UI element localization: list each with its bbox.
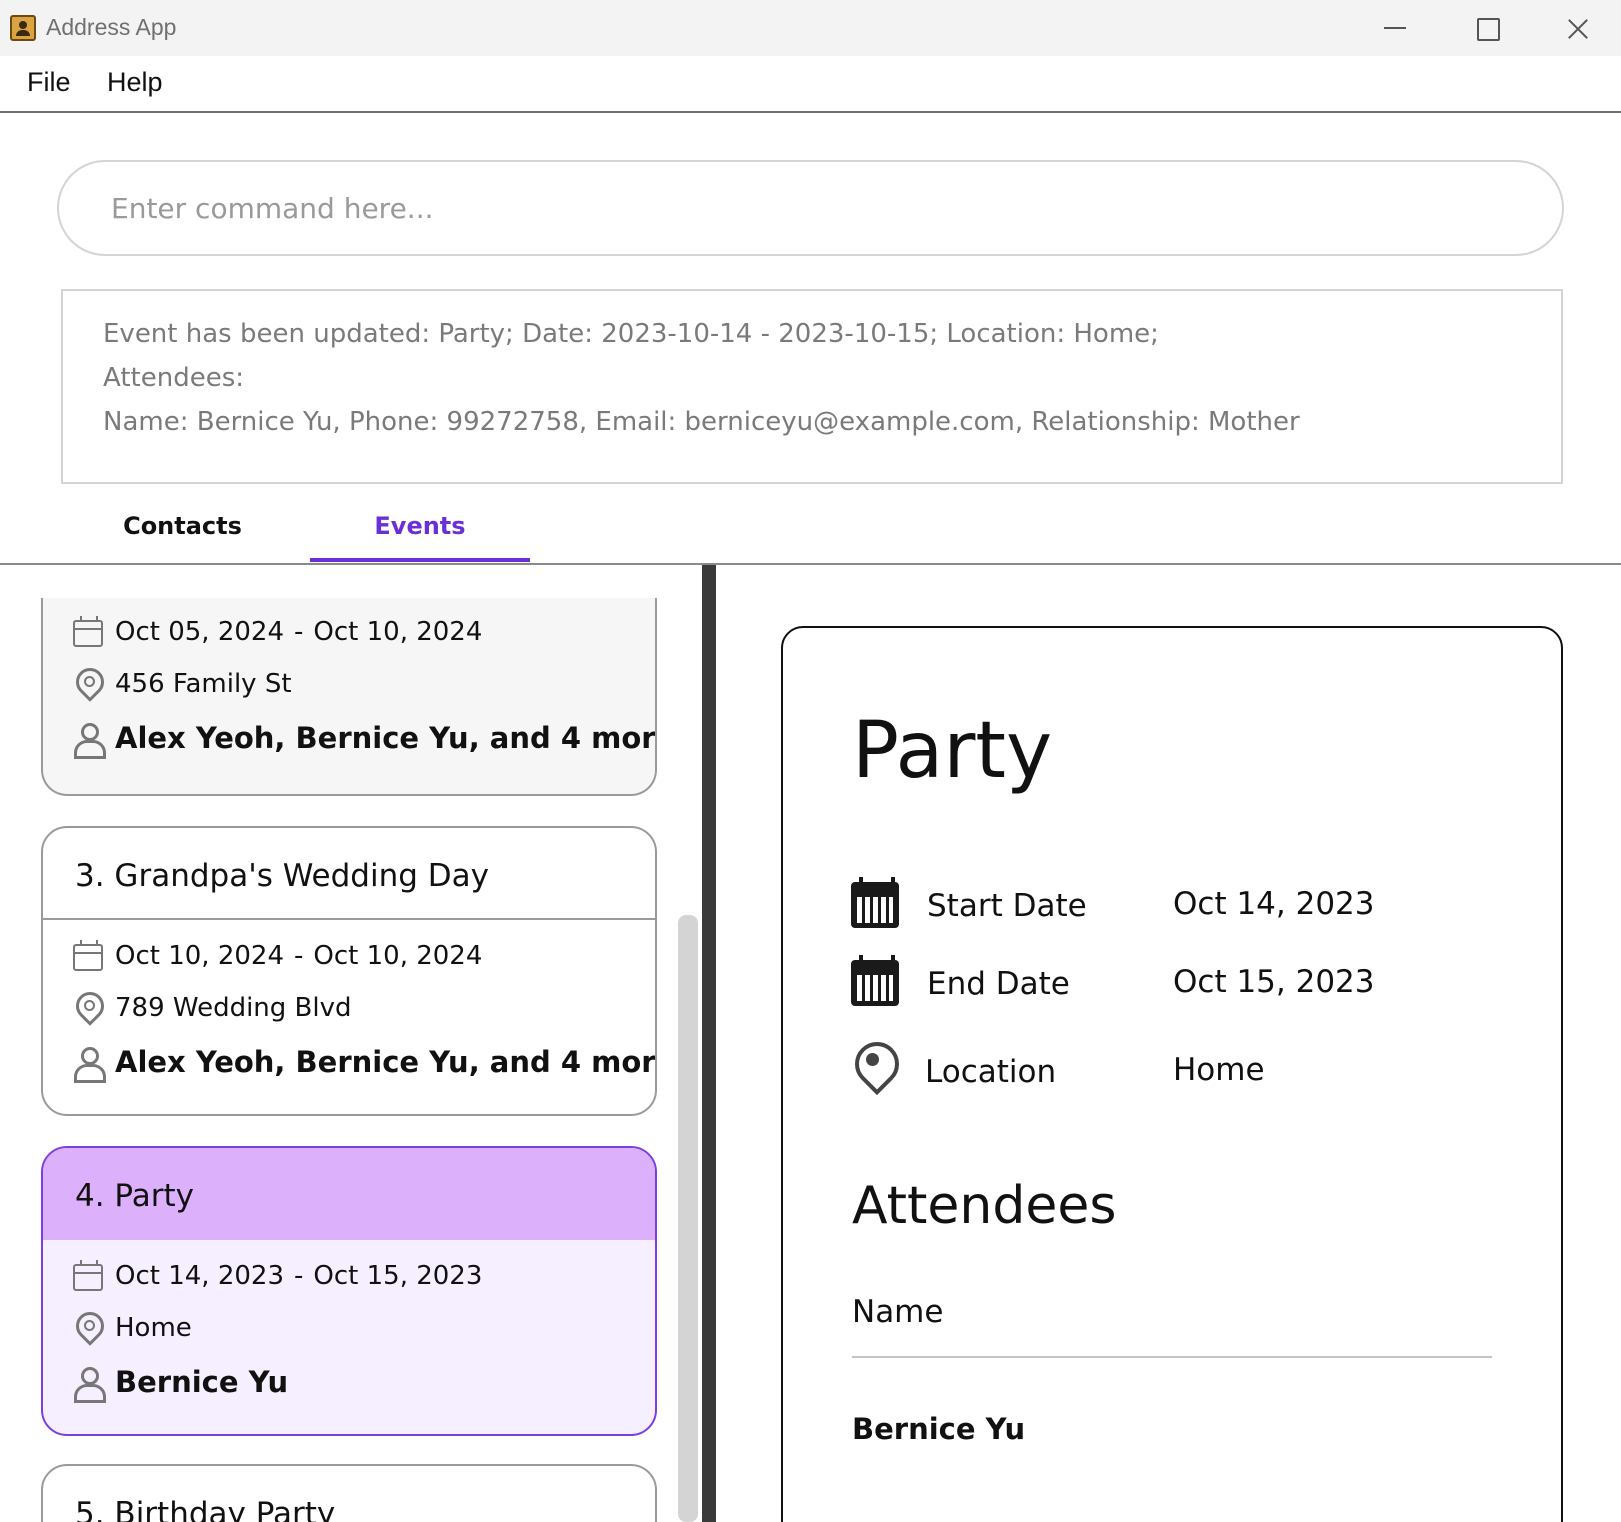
command-placeholder: Enter command here... xyxy=(111,192,434,225)
tab-events[interactable]: Events xyxy=(310,512,530,564)
result-line: Name: Bernice Yu, Phone: 99272758, Email… xyxy=(103,407,1300,437)
calendar-icon xyxy=(851,877,899,928)
event-attendees-row: Alex Yeoh, Bernice Yu, and 4 more xyxy=(73,1042,657,1083)
result-line: Event has been updated: Party; Date: 202… xyxy=(103,319,1159,349)
location-pin-icon xyxy=(73,1311,103,1345)
active-tab-indicator xyxy=(310,558,530,562)
event-location-row: Home xyxy=(73,1308,192,1348)
date-separator: - xyxy=(294,941,304,971)
event-attendees: Alex Yeoh, Bernice Yu, and 4 more xyxy=(115,1045,657,1079)
list-scrollbar[interactable] xyxy=(678,915,698,1522)
event-card[interactable]: 5. Birthday Party xyxy=(41,1464,657,1522)
menu-help[interactable]: Help xyxy=(107,67,163,98)
title-bar: Address App xyxy=(0,0,1621,56)
location-label: Location xyxy=(925,1054,1057,1090)
location-value: Home xyxy=(1173,1052,1265,1088)
event-attendees: Alex Yeoh, Bernice Yu, and 4 more xyxy=(115,721,657,755)
event-end-date: Oct 10, 2024 xyxy=(313,941,483,971)
event-card[interactable]: 3. Grandpa's Wedding Day Oct 10, 2024 - … xyxy=(41,826,657,1116)
result-line: Attendees: xyxy=(103,363,244,393)
window-title: Address App xyxy=(46,14,177,40)
date-separator: - xyxy=(294,617,304,647)
person-icon xyxy=(73,1047,106,1083)
start-date-value: Oct 14, 2023 xyxy=(1173,886,1375,922)
end-date-value: Oct 15, 2023 xyxy=(1173,964,1375,1000)
event-detail-panel: Party Start Date Oct 14, 2023 End Date O… xyxy=(781,626,1563,1522)
start-date-row: Start Date Oct 14, 2023 xyxy=(851,877,1501,936)
event-card-selected[interactable]: 4. Party Oct 14, 2023 - Oct 15, 2023 Hom… xyxy=(41,1146,657,1436)
calendar-icon xyxy=(73,616,103,647)
calendar-icon xyxy=(851,955,899,1006)
event-card-header: 3. Grandpa's Wedding Day xyxy=(43,828,655,920)
location-pin-icon xyxy=(73,667,103,701)
result-display: Event has been updated: Party; Date: 202… xyxy=(61,289,1563,484)
event-attendees: Bernice Yu xyxy=(115,1365,289,1399)
close-button[interactable] xyxy=(1532,0,1621,56)
location-pin-icon xyxy=(853,1040,897,1100)
calendar-icon xyxy=(73,1260,103,1291)
event-date-row: Oct 10, 2024 - Oct 10, 2024 xyxy=(73,936,482,976)
maximize-button[interactable] xyxy=(1440,0,1532,56)
event-start-date: Oct 05, 2024 xyxy=(115,617,284,647)
event-start-date: Oct 10, 2024 xyxy=(115,941,284,971)
location-pin-icon xyxy=(73,991,103,1025)
event-date-row: Oct 05, 2024 - Oct 10, 2024 xyxy=(73,612,482,652)
event-detail-title: Party xyxy=(852,706,1053,796)
event-end-date: Oct 15, 2023 xyxy=(313,1261,483,1291)
attendee-row: Bernice Yu xyxy=(852,1412,1026,1446)
event-title: 4. Party xyxy=(75,1178,194,1214)
tab-contacts[interactable]: Contacts xyxy=(95,512,270,540)
event-date-row: Oct 14, 2023 - Oct 15, 2023 xyxy=(73,1256,482,1296)
event-card-header: 5. Birthday Party xyxy=(43,1466,655,1522)
person-icon xyxy=(73,723,106,759)
event-location-row: 456 Family St xyxy=(73,664,292,704)
end-date-label: End Date xyxy=(927,966,1070,1002)
calendar-icon xyxy=(73,940,103,971)
divider xyxy=(852,1356,1492,1358)
date-separator: - xyxy=(294,1261,304,1291)
event-card[interactable]: Oct 05, 2024 - Oct 10, 2024 456 Family S… xyxy=(41,598,657,796)
event-attendees-row: Alex Yeoh, Bernice Yu, and 4 more xyxy=(73,718,657,759)
command-input[interactable]: Enter command here... xyxy=(57,160,1564,256)
minimize-button[interactable] xyxy=(1348,0,1440,56)
tab-bar: Contacts Events xyxy=(0,500,1621,565)
event-title: 5. Birthday Party xyxy=(75,1496,336,1522)
address-book-icon xyxy=(10,15,36,41)
event-attendees-row: Bernice Yu xyxy=(73,1362,289,1403)
pane-divider[interactable] xyxy=(702,565,716,1522)
menu-file[interactable]: File xyxy=(27,67,71,98)
event-end-date: Oct 10, 2024 xyxy=(313,617,483,647)
start-date-label: Start Date xyxy=(927,888,1087,924)
event-location-row: 789 Wedding Blvd xyxy=(73,988,352,1028)
end-date-row: End Date Oct 15, 2023 xyxy=(851,955,1501,1014)
attendees-column-header: Name xyxy=(852,1294,944,1330)
event-title: 3. Grandpa's Wedding Day xyxy=(75,858,489,894)
event-start-date: Oct 14, 2023 xyxy=(115,1261,284,1291)
location-row: Location Home xyxy=(851,1040,1501,1106)
attendees-heading: Attendees xyxy=(852,1176,1117,1236)
event-card-header: 4. Party xyxy=(43,1148,655,1240)
event-location: 456 Family St xyxy=(115,669,292,699)
event-location: 789 Wedding Blvd xyxy=(115,993,352,1023)
event-location: Home xyxy=(115,1313,192,1343)
person-icon xyxy=(73,1367,106,1403)
menu-bar: File Help xyxy=(0,56,1621,113)
